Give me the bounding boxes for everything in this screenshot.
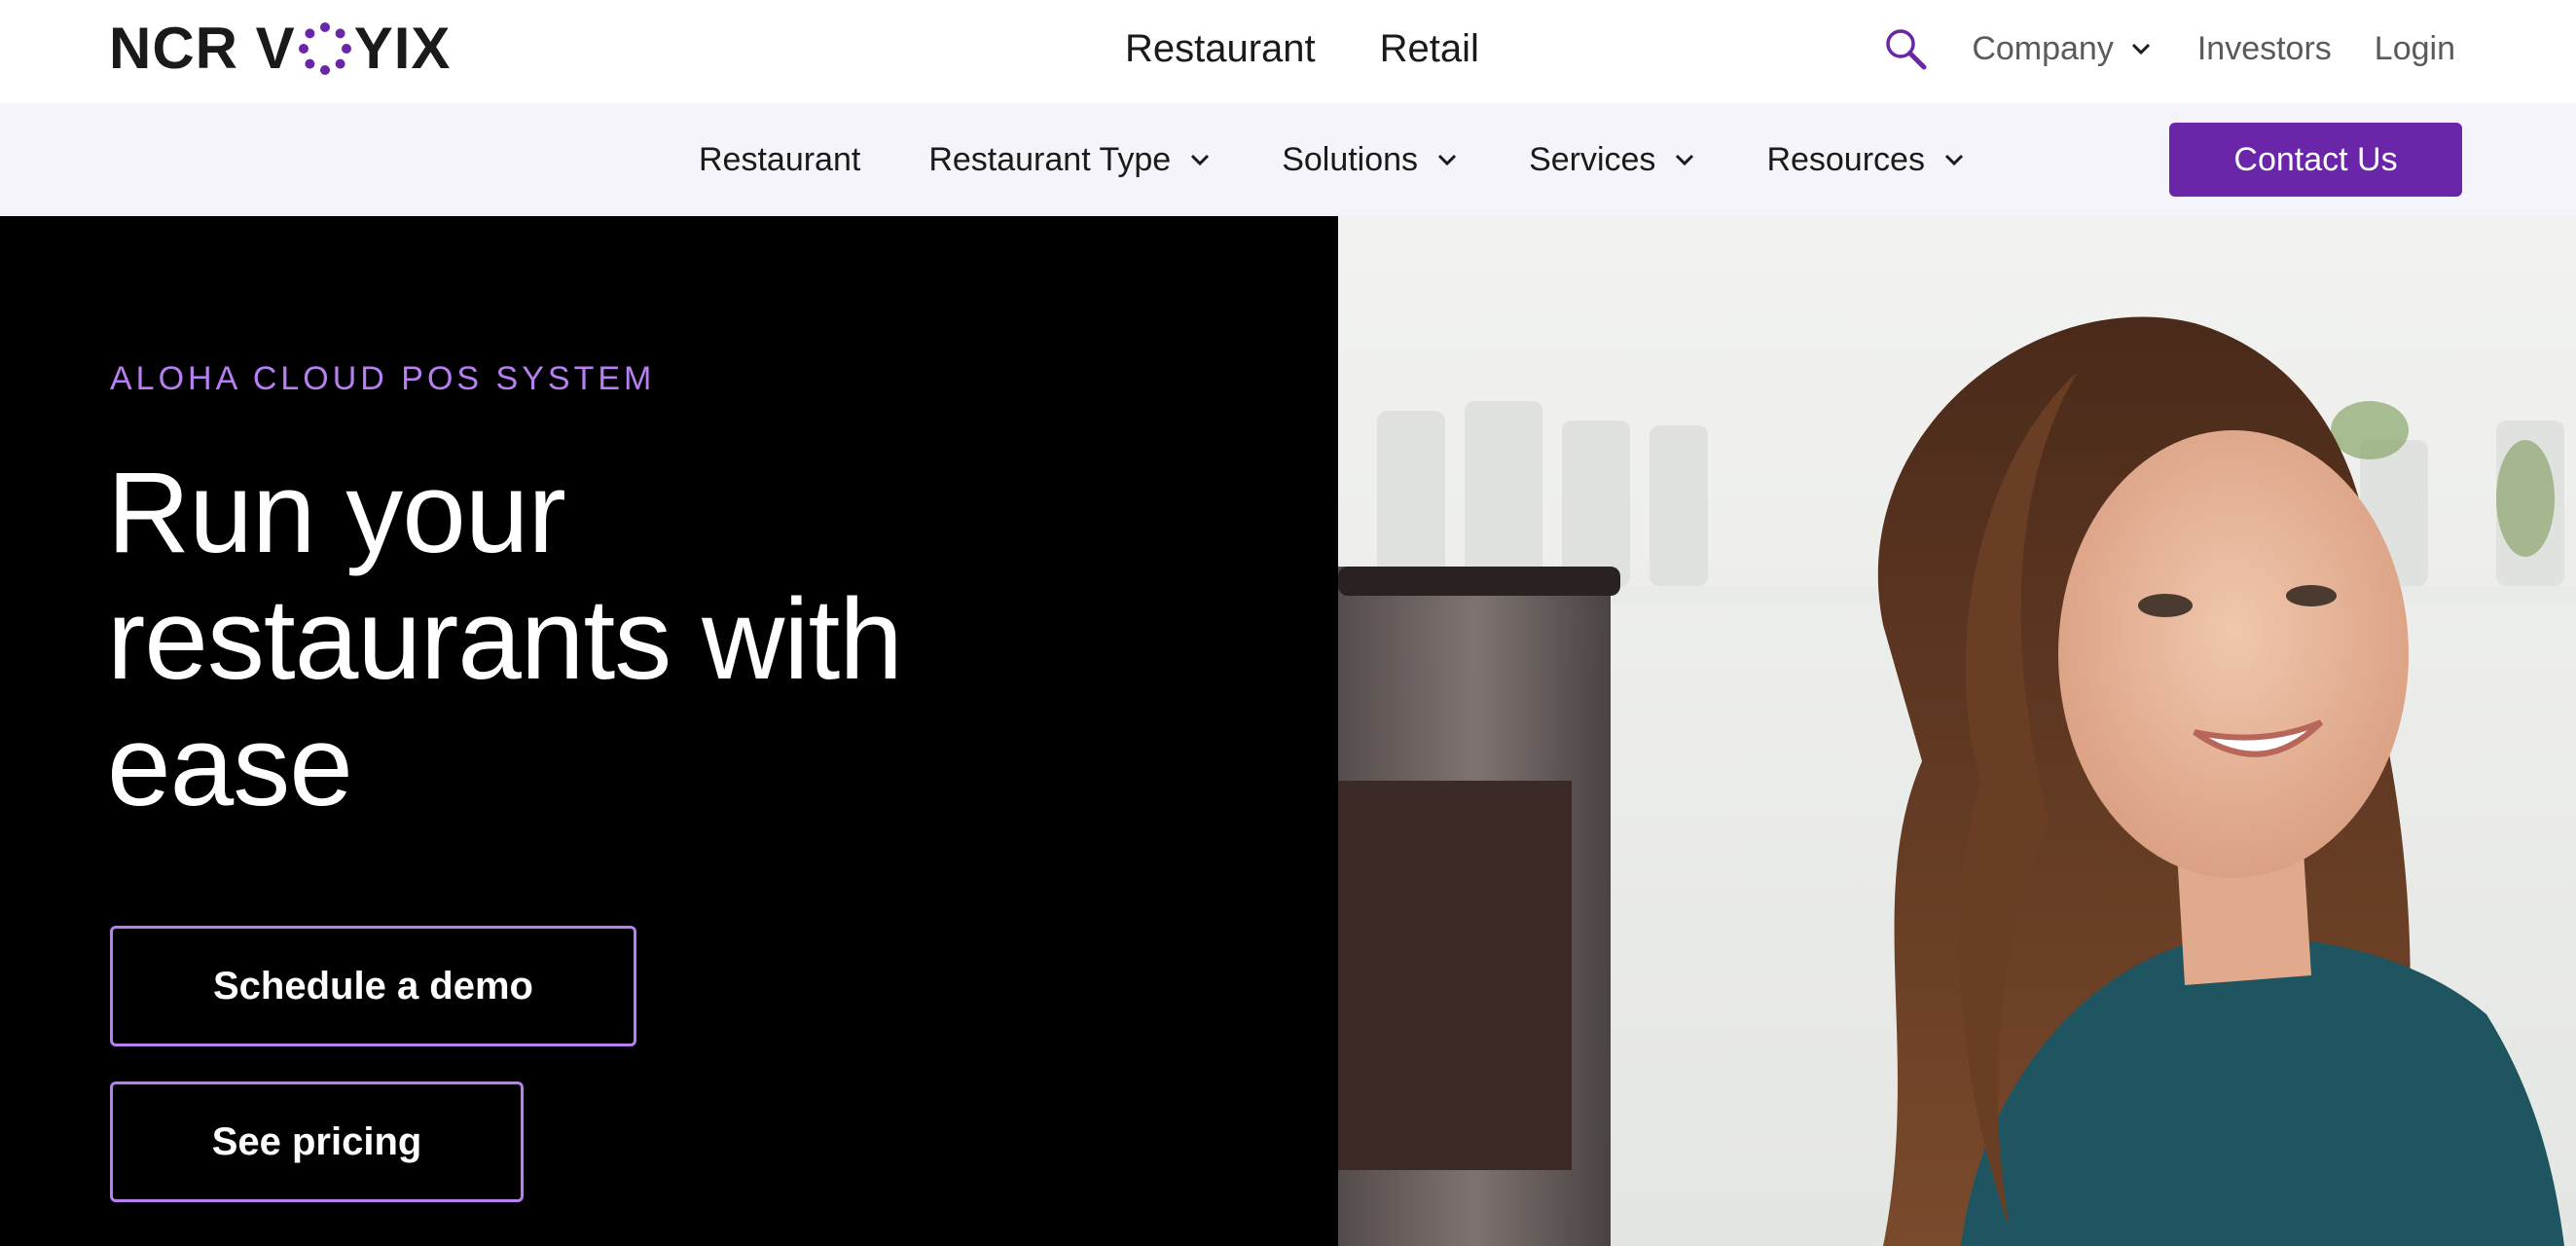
investors-link[interactable]: Investors (2197, 21, 2332, 76)
chevron-down-icon (1676, 154, 1694, 166)
subnav-label: Restaurant Type (928, 141, 1172, 178)
subnav-services[interactable]: Services (1529, 132, 1698, 187)
logo-text-left: NCR V (109, 16, 296, 81)
search-icon[interactable] (1882, 21, 1929, 76)
hero-panel: ALOHA CLOUD POS SYSTEM Run your restaura… (0, 216, 1338, 1246)
utility-nav: Company Investors Login (1882, 21, 2455, 76)
chevron-down-icon (1944, 154, 1964, 166)
top-header: NCR V YIX Restaurant Retail Company Inve… (0, 0, 2576, 103)
logo-ring-icon (298, 22, 351, 75)
ncr-voyix-logo[interactable]: NCR V YIX (109, 16, 452, 81)
subnav-label: Resources (1766, 141, 1925, 178)
subnav-solutions[interactable]: Solutions (1282, 132, 1461, 187)
logo-text-right: YIX (353, 16, 452, 81)
chevron-down-icon (1191, 154, 1210, 166)
subnav-label: Restaurant (699, 141, 861, 178)
subnav-restaurant-type[interactable]: Restaurant Type (928, 132, 1214, 187)
login-link[interactable]: Login (2375, 21, 2455, 76)
subnav-resources[interactable]: Resources (1766, 132, 1968, 187)
hero-headline: Run your restaurants with ease (107, 449, 903, 830)
contact-us-button[interactable]: Contact Us (2169, 123, 2462, 197)
hero-eyebrow: ALOHA CLOUD POS SYSTEM (110, 360, 656, 397)
nav-retail[interactable]: Retail (1380, 21, 1479, 76)
primary-nav: Restaurant Retail (1125, 21, 1479, 76)
subnav-label: Solutions (1282, 141, 1419, 178)
subnav-label: Services (1529, 141, 1656, 178)
schedule-demo-button[interactable]: Schedule a demo (110, 926, 636, 1046)
see-pricing-button[interactable]: See pricing (110, 1081, 524, 1202)
chevron-down-icon (2131, 43, 2150, 55)
secondary-nav: Restaurant Restaurant Type Solutions Ser… (699, 132, 1968, 187)
subnav-restaurant[interactable]: Restaurant (699, 132, 860, 187)
company-label: Company (1972, 30, 2114, 67)
secondary-nav-bar: Restaurant Restaurant Type Solutions Ser… (0, 103, 2576, 216)
hero-photo-woman-smiling (1338, 216, 2576, 1246)
chevron-down-icon (1438, 154, 1457, 166)
nav-restaurant[interactable]: Restaurant (1125, 21, 1316, 76)
company-dropdown[interactable]: Company (1972, 21, 2155, 76)
